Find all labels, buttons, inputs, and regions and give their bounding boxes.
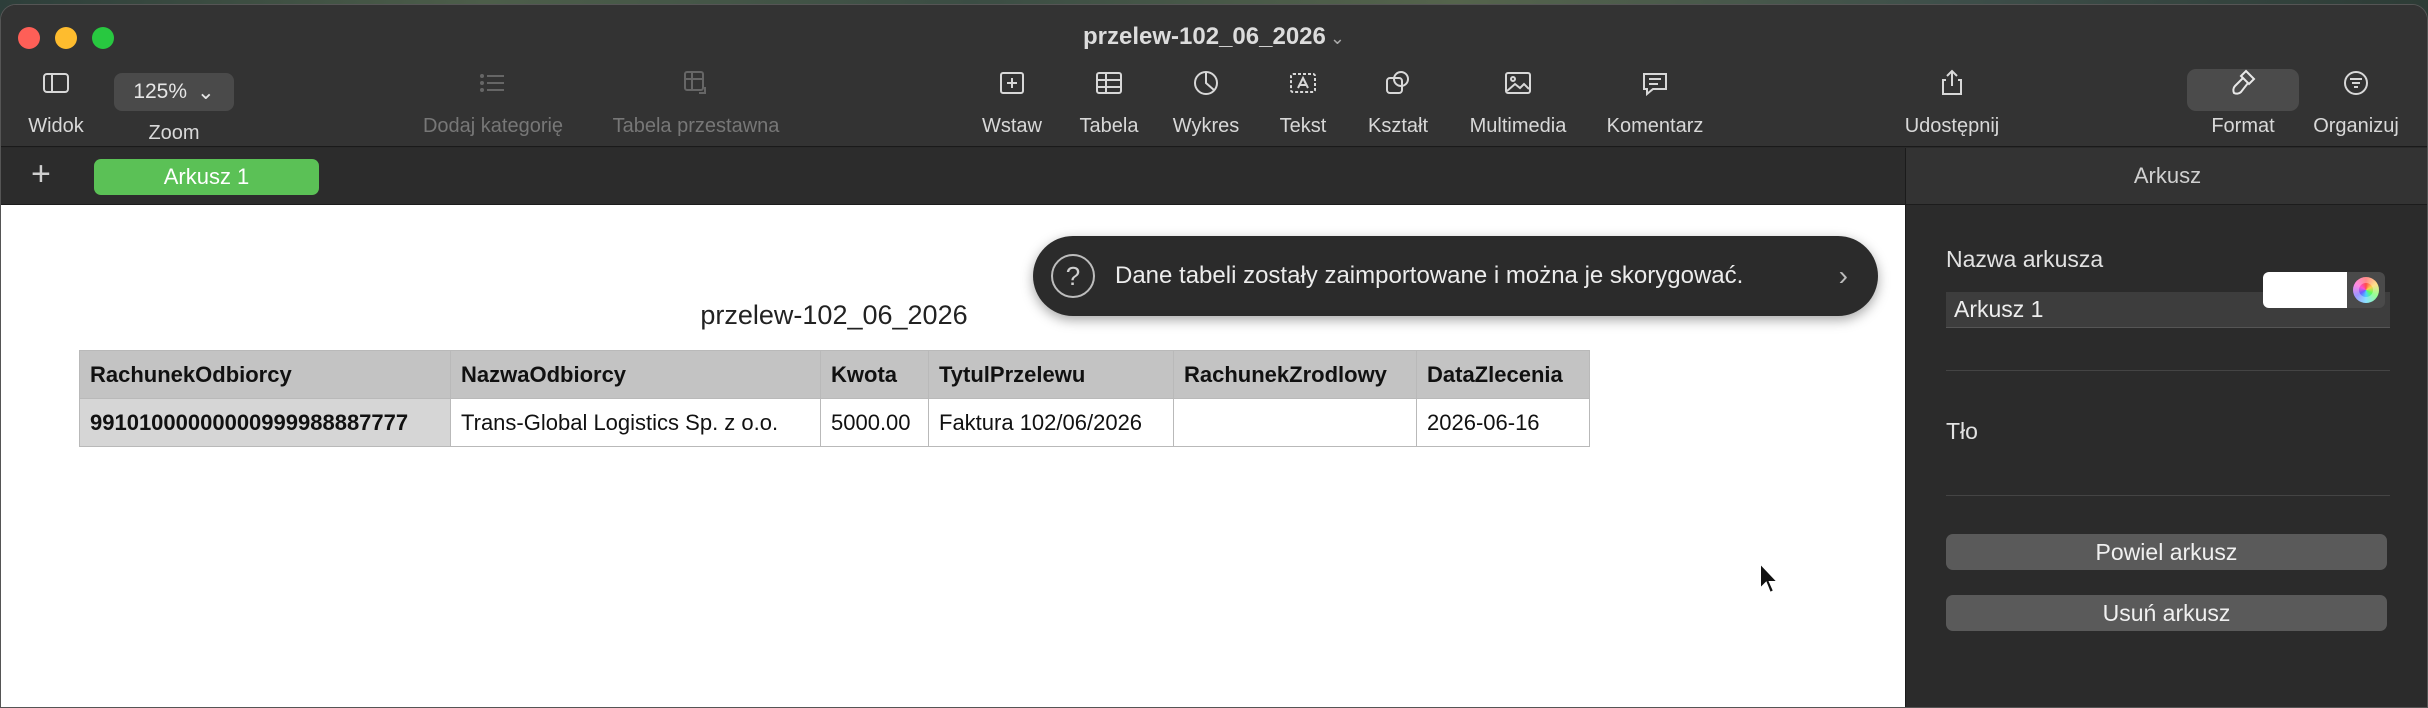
add-sheet-button[interactable]: + (31, 156, 51, 192)
divider (1946, 370, 2390, 371)
color-picker-button[interactable] (2347, 272, 2385, 308)
divider (1946, 495, 2390, 496)
header-cell[interactable]: Kwota (820, 350, 929, 399)
organize-button[interactable]: Organizuj (2307, 67, 2405, 138)
chart-button[interactable]: Wykres (1167, 67, 1245, 138)
organize-icon (2307, 67, 2405, 107)
table-cell[interactable]: Trans-Global Logistics Sp. z o.o. (450, 398, 821, 447)
organize-label: Organizuj (2313, 115, 2399, 137)
header-cell[interactable]: RachunekZrodlowy (1173, 350, 1417, 399)
table-label: Tabela (1079, 115, 1139, 137)
view-button[interactable]: Widok (23, 67, 89, 138)
shape-icon (1358, 67, 1438, 107)
pie-chart-icon (1167, 67, 1245, 107)
insert-label: Wstaw (982, 115, 1042, 137)
view-label: Widok (28, 115, 84, 137)
color-wheel-icon (2353, 277, 2379, 303)
share-label: Udostępnij (1904, 115, 2000, 137)
document-title[interactable]: przelew-102_06_2026 ⌄ (1, 23, 2427, 51)
chart-label: Wykres (1172, 115, 1240, 137)
text-box-icon (1273, 67, 1333, 107)
table-icon (1074, 67, 1144, 107)
chevron-down-icon: ⌄ (1329, 28, 1345, 48)
share-icon (1895, 67, 2009, 107)
sidebar-icon (23, 67, 89, 107)
paintbrush-icon (2205, 67, 2281, 107)
numbers-window: przelew-102_06_2026 ⌄ Widok 125% ⌄ Zoom D… (0, 4, 2428, 708)
header-cell[interactable]: TytulPrzelewu (928, 350, 1174, 399)
comment-icon (1597, 67, 1713, 107)
delete-sheet-button[interactable]: Usuń arkusz (1946, 595, 2387, 631)
shape-button[interactable]: Kształt (1358, 67, 1438, 138)
table-cell[interactable]: 5000.00 (820, 398, 929, 447)
table-cell[interactable]: 2026-06-16 (1416, 398, 1590, 447)
pivot-table-label: Tabela przestawna (612, 115, 780, 137)
tab-arkusz-1[interactable]: Arkusz 1 (94, 159, 319, 195)
zoom-label: Zoom (148, 122, 200, 144)
sheet-canvas[interactable]: przelew-102_06_2026 RachunekOdbiorcy Naz… (1, 205, 1905, 707)
list-icon (413, 67, 573, 107)
mouse-pointer-icon (1759, 561, 1781, 595)
text-label: Tekst (1279, 115, 1327, 137)
insert-icon (977, 67, 1047, 107)
media-label: Multimedia (1469, 115, 1567, 137)
sidebar-tab-sheet[interactable]: Arkusz (1906, 148, 2427, 205)
background-color-well[interactable] (2263, 272, 2347, 308)
table-cell[interactable]: Faktura 102/06/2026 (928, 398, 1174, 447)
add-category-label: Dodaj kategorię (422, 115, 564, 137)
pivot-table-icon (601, 67, 791, 107)
table-cell[interactable] (1173, 398, 1417, 447)
zoom-value: 125% (133, 80, 188, 103)
shape-label: Kształt (1367, 115, 1429, 137)
chevron-down-icon: ⌄ (197, 80, 215, 104)
share-button[interactable]: Udostępnij (1895, 67, 2009, 138)
add-category-button[interactable]: Dodaj kategorię (413, 67, 573, 138)
table-header-row: RachunekOdbiorcy NazwaOdbiorcy Kwota Tyt… (79, 350, 1590, 399)
table-button[interactable]: Tabela (1074, 67, 1144, 138)
photo-icon (1459, 67, 1577, 107)
sheet-tab-bar: + Arkusz 1 (1, 148, 1905, 205)
duplicate-sheet-button[interactable]: Powiel arkusz (1946, 534, 2387, 570)
comment-label: Komentarz (1606, 115, 1704, 137)
zoom-dropdown[interactable]: 125% ⌄ (114, 73, 234, 111)
header-cell[interactable]: DataZlecenia (1416, 350, 1590, 399)
pivot-table-button[interactable]: Tabela przestawna (601, 67, 791, 138)
import-notification-text: Dane tabeli zostały zaimportowane i możn… (1115, 262, 1744, 289)
table-row: 99101000000000999988887777 Trans-Global … (79, 398, 1590, 447)
header-cell[interactable]: RachunekOdbiorcy (79, 350, 451, 399)
help-icon: ? (1051, 254, 1095, 298)
chevron-right-icon[interactable]: › (1839, 260, 1848, 292)
comment-button[interactable]: Komentarz (1597, 67, 1713, 138)
toolbar: przelew-102_06_2026 ⌄ Widok 125% ⌄ Zoom D… (1, 5, 2427, 147)
format-button[interactable]: Format (2205, 67, 2281, 138)
format-label: Format (2211, 115, 2275, 137)
text-button[interactable]: Tekst (1273, 67, 1333, 138)
import-notification[interactable]: ? Dane tabeli zostały zaimportowane i mo… (1033, 236, 1878, 316)
header-cell[interactable]: NazwaOdbiorcy (450, 350, 821, 399)
media-button[interactable]: Multimedia (1459, 67, 1577, 138)
background-label: Tło (1946, 418, 1978, 444)
table-cell[interactable]: 99101000000000999988887777 (79, 398, 451, 447)
document-title-text: przelew-102_06_2026 (1083, 23, 1326, 50)
sheet-name-label: Nazwa arkusza (1946, 246, 2104, 272)
data-table[interactable]: RachunekOdbiorcy NazwaOdbiorcy Kwota Tyt… (79, 350, 1590, 447)
insert-button[interactable]: Wstaw (977, 67, 1047, 138)
